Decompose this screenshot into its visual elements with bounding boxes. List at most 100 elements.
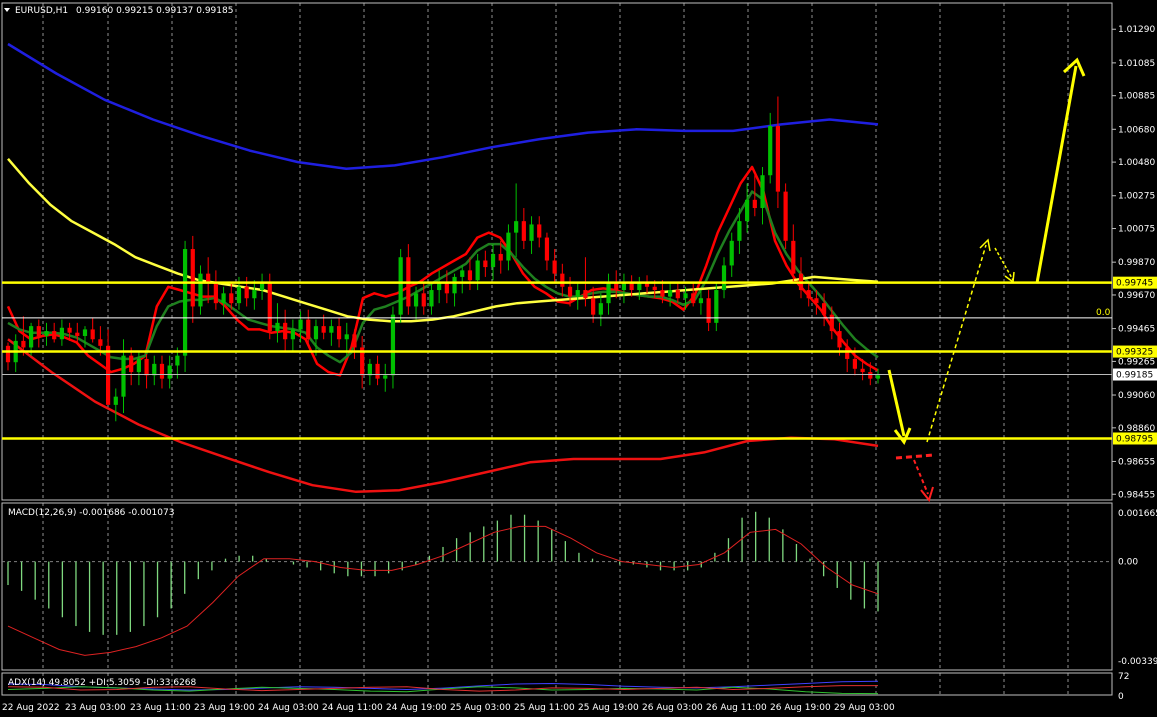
- candle[interactable]: [483, 250, 488, 277]
- candle[interactable]: [221, 286, 226, 315]
- candle[interactable]: [783, 183, 788, 250]
- candle[interactable]: [768, 112, 773, 184]
- trading-chart[interactable]: 0.997450.993250.987950.00.99185 1.012901…: [0, 0, 1157, 717]
- candle[interactable]: [598, 293, 603, 327]
- candle[interactable]: [290, 319, 295, 351]
- candle[interactable]: [760, 167, 765, 225]
- candle[interactable]: [105, 329, 111, 405]
- candle[interactable]: [52, 322, 57, 343]
- candle[interactable]: [798, 257, 804, 299]
- candle-body: [483, 260, 488, 268]
- candle[interactable]: [252, 280, 257, 310]
- candle[interactable]: [475, 253, 480, 291]
- candle[interactable]: [552, 249, 557, 282]
- candle[interactable]: [668, 283, 673, 307]
- candle[interactable]: [59, 319, 64, 346]
- candle[interactable]: [775, 96, 781, 209]
- candle[interactable]: [313, 319, 319, 356]
- candle[interactable]: [198, 265, 203, 315]
- candle-body: [413, 293, 419, 307]
- candle[interactable]: [560, 263, 565, 297]
- axes: 1.01290 1.01085 1.00885 1.00680 1.00480 1.002…: [2, 25, 1157, 713]
- candle-body: [537, 224, 542, 238]
- candle-body: [683, 293, 688, 299]
- candle-body: [52, 331, 57, 340]
- candle[interactable]: [152, 355, 157, 386]
- arrow-dashed-red-horizontal[interactable]: [895, 453, 935, 460]
- candle-body: [136, 358, 141, 373]
- candle[interactable]: [644, 275, 650, 294]
- candle[interactable]: [675, 281, 680, 304]
- candle-body: [822, 303, 827, 315]
- arrow-dashed-red-down[interactable]: [913, 459, 929, 495]
- candle[interactable]: [406, 244, 411, 315]
- candle[interactable]: [259, 273, 265, 300]
- candle[interactable]: [360, 335, 365, 389]
- candle[interactable]: [244, 276, 249, 307]
- candle[interactable]: [390, 306, 396, 389]
- candle[interactable]: [429, 283, 434, 315]
- candle[interactable]: [90, 317, 95, 343]
- candle[interactable]: [36, 319, 41, 348]
- candle[interactable]: [213, 270, 218, 310]
- candle[interactable]: [521, 208, 526, 250]
- candle-body: [606, 281, 611, 304]
- candle[interactable]: [375, 355, 380, 386]
- candle-body: [367, 363, 372, 376]
- arrow-up-yellow[interactable]: [1035, 65, 1078, 284]
- candle[interactable]: [606, 273, 611, 315]
- candle[interactable]: [621, 273, 627, 304]
- candle[interactable]: [791, 224, 796, 282]
- level-price-label: 0.99745: [1116, 279, 1153, 289]
- candle[interactable]: [13, 334, 18, 373]
- candle[interactable]: [5, 342, 11, 371]
- candle[interactable]: [159, 355, 165, 389]
- candle[interactable]: [537, 216, 542, 248]
- ohlc-values: 0.99160 0.99215 0.99137 0.99185: [76, 6, 233, 16]
- level-price-label: 0.98795: [1116, 434, 1153, 444]
- arrow-down-yellow[interactable]: [887, 369, 906, 437]
- horizontal-levels[interactable]: 0.99745 0.99325 0.98795 0.0 0.99185: [2, 276, 1157, 445]
- candle[interactable]: [437, 270, 442, 304]
- candle-body: [698, 298, 704, 304]
- candle[interactable]: [529, 216, 534, 254]
- candle[interactable]: [329, 319, 334, 346]
- current-price-label: 0.99185: [1116, 371, 1153, 381]
- candle-body: [336, 326, 342, 340]
- candle[interactable]: [283, 309, 288, 353]
- candle[interactable]: [729, 232, 734, 277]
- adx-tick-label: 0: [1118, 692, 1124, 702]
- candle[interactable]: [129, 347, 134, 386]
- candle-body: [98, 339, 103, 346]
- forecast-arrows[interactable]: [887, 57, 1086, 503]
- candle[interactable]: [544, 232, 550, 271]
- candle-body: [28, 326, 34, 348]
- candle[interactable]: [167, 355, 172, 389]
- candle[interactable]: [706, 290, 711, 332]
- candle[interactable]: [383, 363, 388, 392]
- candle[interactable]: [113, 388, 118, 422]
- candle[interactable]: [190, 235, 195, 323]
- candle-body: [321, 326, 326, 333]
- candle[interactable]: [514, 183, 519, 258]
- candle[interactable]: [452, 273, 457, 307]
- candle[interactable]: [721, 257, 727, 299]
- candle[interactable]: [352, 329, 357, 359]
- candle[interactable]: [691, 283, 696, 307]
- candle[interactable]: [575, 281, 580, 310]
- candle[interactable]: [614, 270, 619, 299]
- candle[interactable]: [398, 249, 403, 323]
- arrow-dashed-up[interactable]: [926, 244, 987, 443]
- candle[interactable]: [144, 354, 149, 389]
- candle[interactable]: [714, 281, 719, 332]
- candle[interactable]: [44, 322, 49, 346]
- time-tick-label: 24 Aug 11:00: [322, 703, 383, 713]
- candle[interactable]: [745, 183, 750, 233]
- candle-body: [721, 265, 727, 291]
- chevron-down-icon[interactable]: [4, 8, 10, 12]
- candle[interactable]: [336, 317, 342, 348]
- candle[interactable]: [506, 224, 511, 271]
- candle[interactable]: [460, 265, 465, 294]
- candle[interactable]: [275, 303, 280, 343]
- candle[interactable]: [367, 358, 372, 386]
